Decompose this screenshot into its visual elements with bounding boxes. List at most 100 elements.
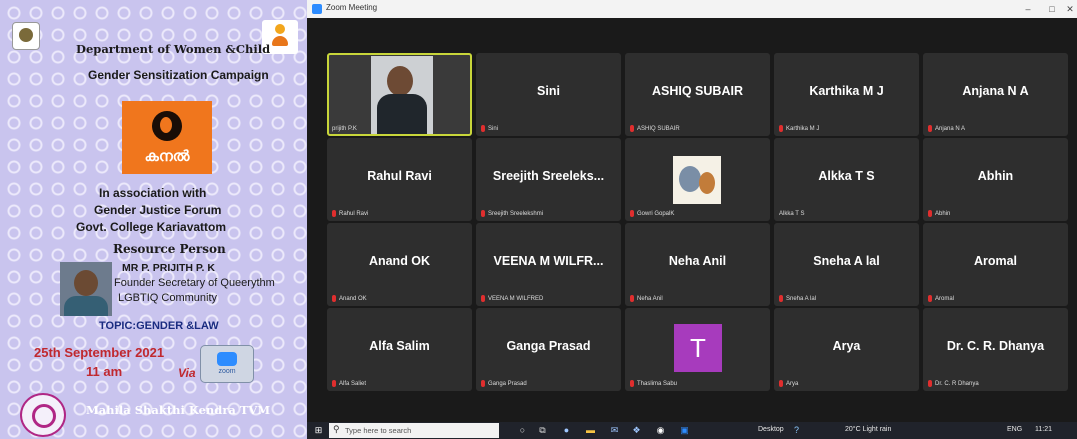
zoom-camera-icon	[217, 352, 237, 366]
language-indicator[interactable]: ENG	[1007, 426, 1022, 433]
windows-start-icon[interactable]: ⊞	[313, 425, 324, 436]
zoom-meeting-window[interactable]: Zoom Meeting – □ ✕ prijith P.K Sini Sini AS…	[307, 0, 1077, 439]
participant-tile[interactable]: Alfa Salim Alfa Saliet	[327, 308, 472, 391]
mic-muted-icon	[928, 295, 932, 302]
participant-label-text: Neha Anil	[637, 295, 663, 302]
help-icon[interactable]: ?	[791, 425, 802, 436]
participant-tile[interactable]: Abhin Abhin	[923, 138, 1068, 221]
participant-tile[interactable]: Neha Anil Neha Anil	[625, 223, 770, 306]
participant-label-text: Arya	[786, 380, 799, 387]
title-bar[interactable]: Zoom Meeting – □ ✕	[307, 0, 1077, 18]
edge-icon[interactable]: ●	[561, 425, 572, 436]
participant-display-name: Alfa Salim	[369, 339, 430, 353]
mail-icon[interactable]: ✉	[609, 425, 620, 436]
participant-tile[interactable]: VEENA M WILFR... VEENA M WILFRED	[476, 223, 621, 306]
campaign-title: Gender Sensitization Campaign	[88, 68, 269, 82]
participant-name-label: Dr. C. R Dhanya	[928, 379, 979, 388]
participant-display-name: Dr. C. R. Dhanya	[946, 339, 1045, 353]
mic-muted-icon	[630, 125, 634, 132]
participant-name-label: Neha Anil	[630, 294, 663, 303]
participant-label-text: Rahul Ravi	[339, 210, 369, 217]
participant-name-label: VEENA M WILFRED	[481, 294, 543, 303]
clock[interactable]: 11:21	[1035, 426, 1052, 433]
participant-label-text: Alfa Saliet	[339, 380, 367, 387]
cortana-icon[interactable]: ○	[517, 425, 528, 436]
mic-muted-icon	[332, 380, 336, 387]
participant-label-text: Dr. C. R Dhanya	[935, 380, 979, 387]
mic-muted-icon	[481, 210, 485, 217]
mic-muted-icon	[779, 125, 783, 132]
participant-tile[interactable]: Dr. C. R. Dhanya Dr. C. R Dhanya	[923, 308, 1068, 391]
participant-tile[interactable]: ASHIQ SUBAIR ASHIQ SUBAIR	[625, 53, 770, 136]
participant-tile[interactable]: Arya Arya	[774, 308, 919, 391]
participant-display-name: VEENA M WILFR...	[493, 254, 604, 268]
participant-video	[371, 56, 433, 134]
participant-name-label: Sreejith Sreelekshmi	[481, 209, 543, 218]
lion-icon	[152, 111, 182, 141]
association-line-2: Gender Justice Forum	[94, 203, 222, 217]
via-label: Via	[178, 366, 196, 380]
participant-label-text: Anjana N A	[935, 125, 966, 132]
participant-display-name: Aromal	[973, 254, 1018, 268]
participant-tile[interactable]: Sneha A lal Sneha A lal	[774, 223, 919, 306]
participant-display-name: Arya	[832, 339, 861, 353]
mic-muted-icon	[332, 210, 336, 217]
participant-name-label: Karthika M J	[779, 124, 819, 133]
participant-name-label: Alfa Saliet	[332, 379, 366, 388]
participant-label-text: Karthika M J	[786, 125, 820, 132]
window-title: Zoom Meeting	[326, 3, 378, 12]
participant-name-label: Rahul Ravi	[332, 209, 368, 218]
participant-label-text: Anand OK	[339, 295, 367, 302]
weather-label[interactable]: 20°C Light rain	[845, 426, 891, 433]
participant-tile[interactable]: Anand OK Anand OK	[327, 223, 472, 306]
participant-tile[interactable]: Alkka T S Alkka T S	[774, 138, 919, 221]
zoom-app-card: zoom	[200, 345, 254, 383]
participant-name-label: Gowri GopalK	[630, 209, 674, 218]
participant-tile[interactable]: Aromal Aromal	[923, 223, 1068, 306]
participant-tile[interactable]: Ganga Prasad Ganga Prasad	[476, 308, 621, 391]
resource-role-2: LGBTIQ Community	[118, 292, 218, 304]
participant-name-label: Alkka T S	[779, 209, 804, 218]
participant-avatar-image	[673, 156, 721, 204]
mic-muted-icon	[779, 295, 783, 302]
chrome-icon[interactable]: ◉	[655, 425, 666, 436]
participant-label-text: Aromal	[935, 295, 955, 302]
dropbox-icon[interactable]: ❖	[631, 425, 642, 436]
minimize-button[interactable]: –	[1017, 2, 1039, 16]
participant-label-text: Gowri GopalK	[637, 210, 675, 217]
file-explorer-icon[interactable]: ▬	[585, 425, 596, 436]
close-button[interactable]: ✕	[1059, 2, 1077, 16]
participant-name-label: Abhin	[928, 209, 950, 218]
participant-tile[interactable]: Rahul Ravi Rahul Ravi	[327, 138, 472, 221]
mic-muted-icon	[928, 380, 932, 387]
mic-muted-icon	[630, 380, 634, 387]
participant-tile[interactable]: Gowri GopalK	[625, 138, 770, 221]
zoom-app-icon	[312, 4, 322, 14]
mahila-shakthi-logo-icon	[20, 393, 66, 437]
participant-tile[interactable]: T Thaslima Sabu	[625, 308, 770, 391]
participant-display-name: Sreejith Sreeleks...	[492, 169, 605, 183]
participant-name-label: Aromal	[928, 294, 954, 303]
participant-display-name: Anjana N A	[962, 84, 1029, 98]
zoom-label: zoom	[218, 368, 236, 375]
participant-display-name: Ganga Prasad	[506, 339, 591, 353]
mic-muted-icon	[630, 295, 634, 302]
participant-name-label: ASHIQ SUBAIR	[630, 124, 680, 133]
participant-label-text: Sreejith Sreelekshmi	[488, 210, 544, 217]
participant-tile[interactable]: Anjana N A Anjana N A	[923, 53, 1068, 136]
participant-tile[interactable]: prijith P.K	[327, 53, 472, 136]
task-view-icon[interactable]: ⧉	[537, 425, 548, 436]
participant-tile[interactable]: Sini Sini	[476, 53, 621, 136]
mic-muted-icon	[481, 295, 485, 302]
mic-muted-icon	[928, 210, 932, 217]
participant-tile[interactable]: Karthika M J Karthika M J	[774, 53, 919, 136]
desktop-label[interactable]: Desktop	[758, 426, 784, 433]
participant-label-text: Thaslima Sabu	[637, 380, 678, 387]
participant-display-name: Alkka T S	[818, 169, 875, 183]
kerala-emblem-icon	[12, 22, 40, 50]
mic-muted-icon	[779, 380, 783, 387]
taskbar-search[interactable]: ⚲ Type here to search	[329, 423, 499, 438]
zoom-taskbar-icon[interactable]: ▣	[679, 425, 690, 436]
event-date: 25th September 2021	[34, 345, 165, 360]
participant-tile[interactable]: Sreejith Sreeleks... Sreejith Sreelekshmi	[476, 138, 621, 221]
